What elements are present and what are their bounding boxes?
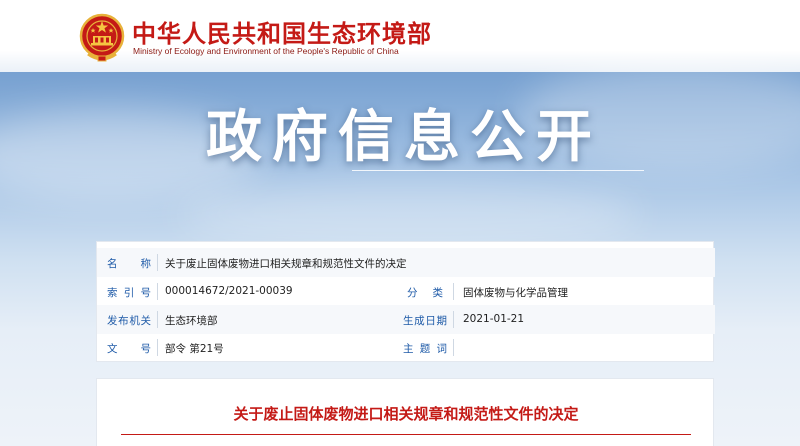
subject-label: 主题词: [403, 343, 447, 355]
document-info-card: 名 称 关于废止固体废物进口相关规章和规范性文件的决定 索引号 00001467…: [96, 241, 715, 362]
date-label: 生成日期: [403, 315, 447, 327]
divider: [453, 311, 454, 328]
category-value: 固体废物与化学品管理: [463, 287, 568, 299]
banner-divider: [352, 170, 644, 171]
index-value: 000014672/2021-00039: [165, 285, 293, 297]
divider: [453, 339, 454, 356]
divider: [157, 311, 158, 328]
divider: [453, 283, 454, 300]
divider: [157, 254, 158, 271]
info-row-name: 名 称 关于废止固体废物进口相关规章和规范性文件的决定: [97, 248, 715, 277]
info-row-docno: 文号 部令 第21号 主题词: [97, 333, 715, 362]
document-title: 关于废止固体废物进口相关规章和规范性文件的决定: [233, 405, 579, 423]
name-label: 名 称: [107, 258, 151, 270]
site-title[interactable]: 中华人民共和国生态环境部: [132, 14, 432, 49]
date-value: 2021-01-21: [463, 313, 525, 325]
divider: [157, 339, 158, 356]
site-header: 中华人民共和国生态环境部 Ministry of Ecology and Env…: [0, 0, 800, 72]
site-subtitle: Ministry of Ecology and Environment of t…: [133, 46, 399, 56]
divider: [157, 283, 158, 300]
title-rule: [121, 434, 691, 435]
docno-value: 部令 第21号: [165, 343, 224, 355]
name-value: 关于废止固体废物进口相关规章和规范性文件的决定: [165, 258, 407, 270]
banner-title: 政府信息公开: [206, 105, 602, 170]
docno-label: 文号: [107, 343, 151, 355]
issuer-label: 发布机关: [107, 315, 151, 327]
index-label: 索引号: [107, 287, 151, 299]
issuer-value: 生态环境部: [165, 315, 218, 327]
info-row-issuer: 发布机关 生态环境部 生成日期 2021-01-21: [97, 305, 715, 334]
national-emblem-icon[interactable]: [78, 12, 126, 64]
document-content-card: 关于废止固体废物进口相关规章和规范性文件的决定: [96, 378, 714, 446]
background-cloud: [180, 180, 640, 250]
category-label: 分类: [407, 287, 443, 299]
info-row-index: 索引号 000014672/2021-00039 分类 固体废物与化学品管理: [97, 277, 715, 306]
